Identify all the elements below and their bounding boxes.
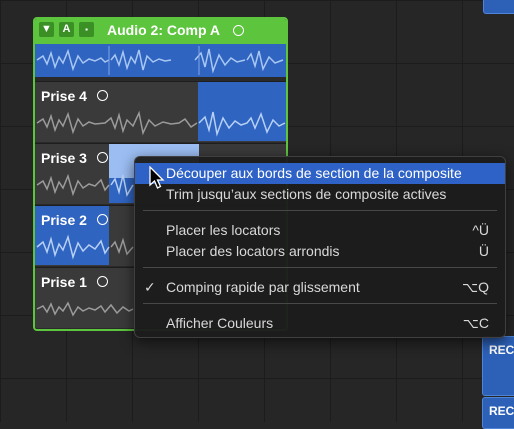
region-label: REC xyxy=(489,404,514,418)
region-rec-1[interactable]: REC xyxy=(482,336,514,396)
take-folder-title: Audio 2: Comp A xyxy=(107,22,221,38)
waveform-icon xyxy=(36,173,134,198)
menu-item-shortcut: ⌥C xyxy=(462,315,489,331)
take-label: Prise 2 xyxy=(41,212,87,228)
menu-item-label: Placer des locators arrondis xyxy=(166,243,340,259)
waveform-icon xyxy=(36,234,134,260)
status-circle-icon xyxy=(97,214,108,225)
take-label: Prise 4 xyxy=(41,88,87,104)
region-top-right[interactable] xyxy=(483,0,514,14)
take-lane-4[interactable]: Prise 4 xyxy=(35,81,286,142)
menu-item-trim-to-active-comp-sections[interactable]: Trim jusqu’aux sections de composite act… xyxy=(135,184,505,205)
menu-separator xyxy=(143,210,497,211)
menu-item-label: Trim jusqu’aux sections de composite act… xyxy=(166,186,447,202)
menu-item-shortcut: ^Ü xyxy=(472,222,489,238)
menu-item-show-colors[interactable]: Afficher Couleurs ⌥C xyxy=(135,313,505,334)
checkmark-icon: ✓ xyxy=(144,279,156,295)
menu-item-label: Afficher Couleurs xyxy=(166,315,274,331)
disclosure-triangle-icon[interactable]: ▼ xyxy=(39,22,54,37)
waveform-icon xyxy=(36,110,286,137)
take-folder-menu-button[interactable]: A xyxy=(59,22,74,37)
quick-swipe-comping-icon[interactable]: ▪ xyxy=(79,22,94,37)
waveform-icon xyxy=(36,46,284,75)
waveform-icon xyxy=(36,301,134,317)
status-circle-icon xyxy=(97,276,108,287)
status-circle-icon xyxy=(97,90,108,101)
mouse-pointer-icon xyxy=(149,166,165,189)
menu-item-shortcut: ⌥Q xyxy=(461,279,489,295)
menu-separator xyxy=(143,303,497,304)
status-circle-icon xyxy=(97,152,108,163)
status-circle-icon xyxy=(233,25,244,36)
context-menu: Découper aux bords de section de la comp… xyxy=(134,156,506,338)
comp-waveform xyxy=(35,44,286,77)
menu-item-label: Comping rapide par glissement xyxy=(166,279,360,295)
menu-item-crop-to-comp-borders[interactable]: Découper aux bords de section de la comp… xyxy=(135,163,505,184)
menu-item-set-locators[interactable]: Placer les locators ^Ü xyxy=(135,220,505,241)
menu-item-label: Placer les locators xyxy=(166,222,281,238)
region-rec-2[interactable]: REC xyxy=(482,397,514,429)
take-label: Prise 3 xyxy=(41,150,87,166)
menu-item-set-rounded-locators[interactable]: Placer des locators arrondis Ü xyxy=(135,241,505,262)
take-folder-header[interactable]: ▼ A ▪ Audio 2: Comp A xyxy=(35,19,286,44)
menu-separator xyxy=(143,267,497,268)
menu-item-shortcut: Ü xyxy=(478,243,489,259)
region-label: REC xyxy=(489,343,514,357)
menu-item-label: Découper aux bords de section de la comp… xyxy=(166,165,462,181)
take-label: Prise 1 xyxy=(41,274,87,290)
menu-item-quick-swipe-comping[interactable]: ✓ Comping rapide par glissement ⌥Q xyxy=(135,277,505,298)
